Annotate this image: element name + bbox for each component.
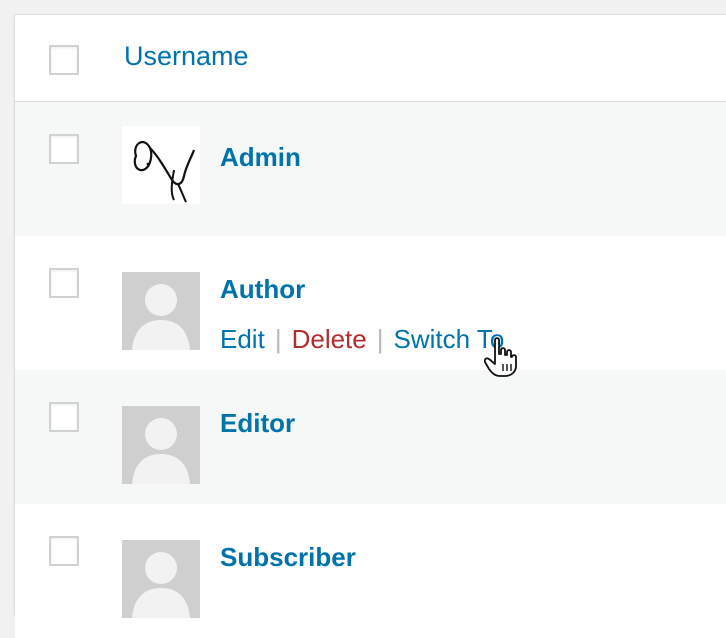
action-separator: | (274, 324, 282, 354)
select-all-checkbox[interactable] (49, 45, 79, 75)
table-row: Subscriber (15, 504, 726, 638)
avatar (122, 540, 200, 618)
table-row: Admin (15, 102, 726, 236)
table-header-row: Username (15, 15, 726, 102)
row-checkbox[interactable] (49, 268, 79, 298)
row-checkbox[interactable] (49, 536, 79, 566)
column-header-username[interactable]: Username (124, 41, 249, 72)
users-table: Username Admin Author Edit | Delete | Swi (14, 14, 726, 638)
row-checkbox[interactable] (49, 134, 79, 164)
default-avatar-icon (122, 540, 200, 618)
row-checkbox[interactable] (49, 402, 79, 432)
default-avatar-icon (122, 406, 200, 484)
delete-link[interactable]: Delete (292, 324, 367, 354)
avatar (122, 126, 200, 204)
username-link[interactable]: Admin (220, 142, 301, 173)
avatar (122, 406, 200, 484)
row-actions: Edit | Delete | Switch To (220, 324, 504, 355)
table-row: Editor (15, 370, 726, 504)
table-row: Author Edit | Delete | Switch To (15, 236, 726, 370)
avatar (122, 272, 200, 350)
signature-avatar-icon (133, 141, 196, 203)
edit-link[interactable]: Edit (220, 324, 265, 354)
username-link[interactable]: Author (220, 274, 305, 305)
hand-pointer-icon (483, 336, 518, 378)
default-avatar-icon (122, 272, 200, 350)
action-separator: | (376, 324, 384, 354)
username-link[interactable]: Subscriber (220, 542, 356, 573)
username-link[interactable]: Editor (220, 408, 295, 439)
